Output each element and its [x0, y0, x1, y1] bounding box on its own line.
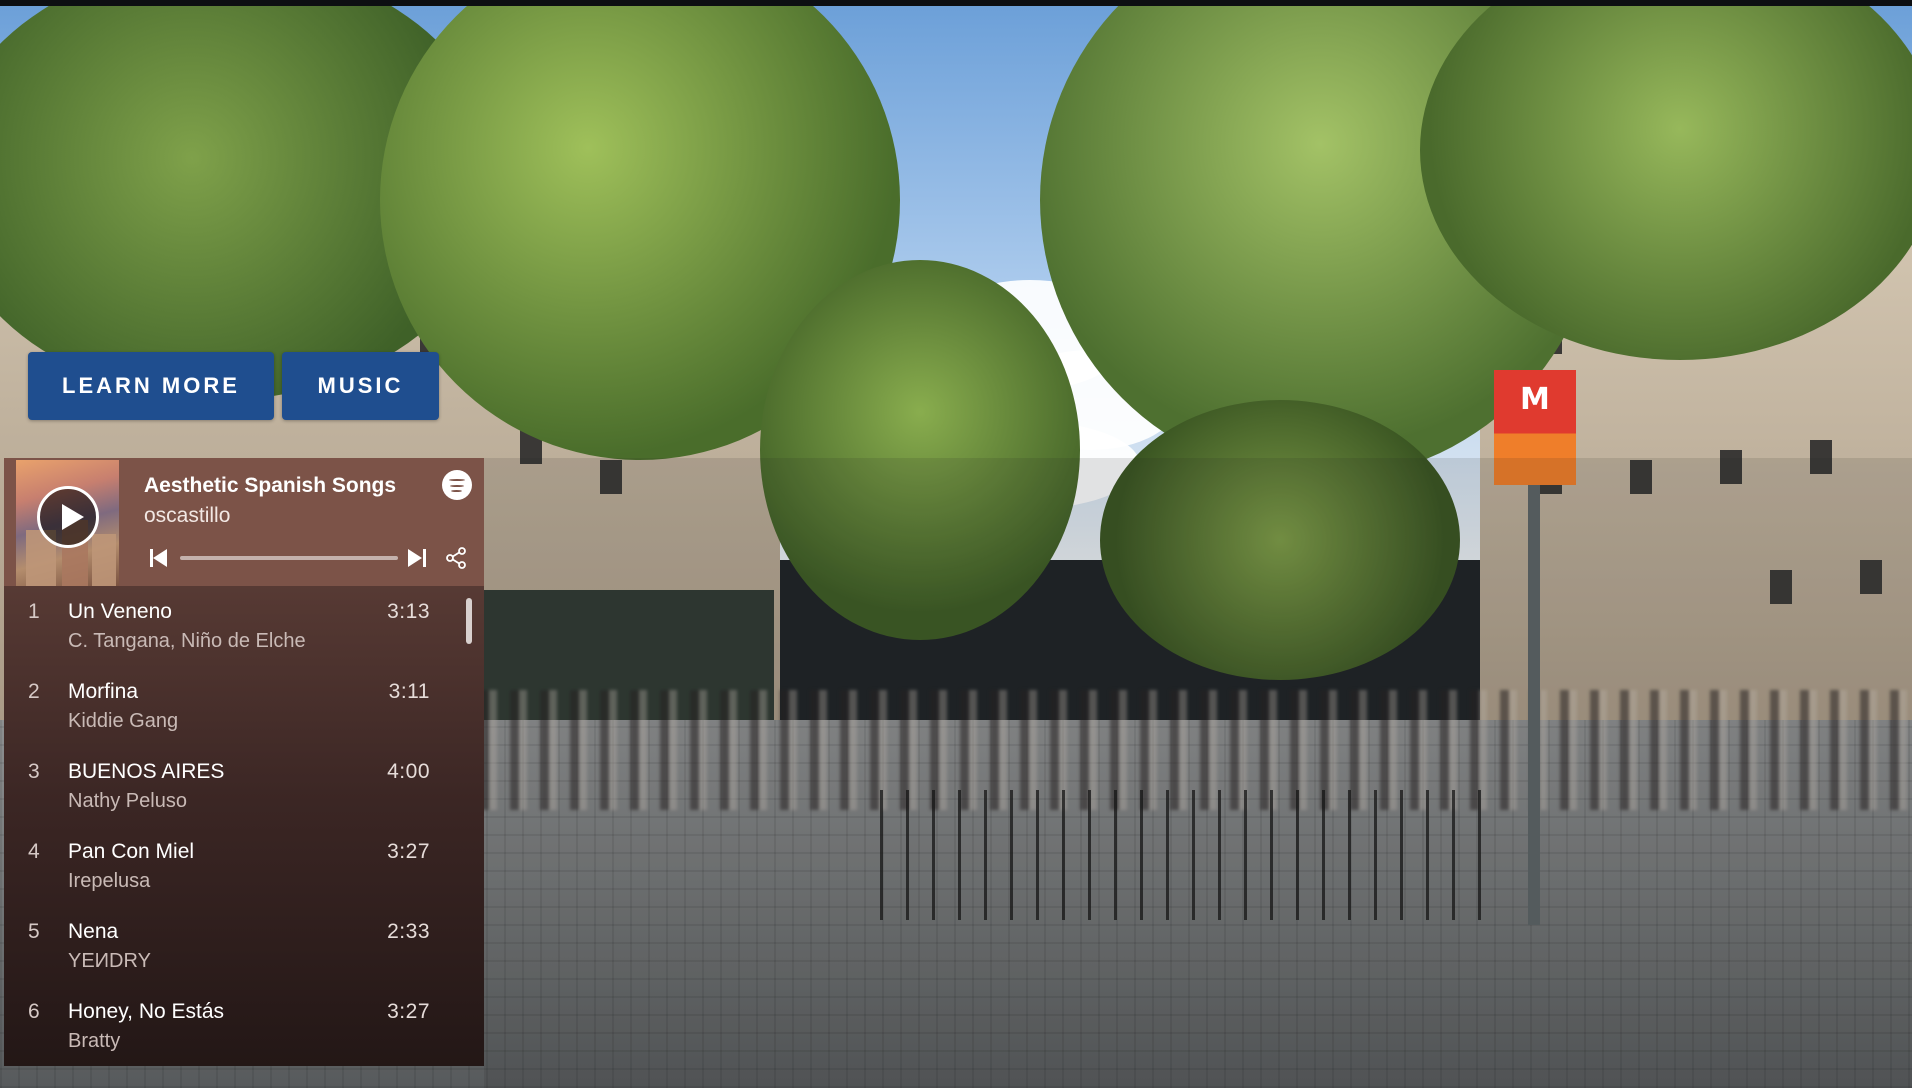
overlay-band — [484, 458, 1912, 1088]
track-title: Pan Con Miel — [68, 840, 195, 863]
play-icon[interactable] — [37, 486, 99, 548]
learn-more-button[interactable]: LEARN MORE — [28, 352, 274, 420]
track-row[interactable]: 2 Morfina Kiddie Gang 3:11 — [4, 666, 474, 746]
track-artist: C. Tangana, Niño de Elche — [68, 630, 306, 652]
track-number: 1 — [28, 600, 40, 623]
track-duration: 3:27 — [387, 1000, 430, 1023]
track-artist: YEИDRY — [68, 950, 151, 972]
track-duration: 2:33 — [387, 920, 430, 943]
track-row[interactable]: 3 BUENOS AIRES Nathy Peluso 4:00 — [4, 746, 474, 826]
previous-track-icon[interactable] — [150, 548, 170, 568]
metro-sign-letter: M — [1520, 382, 1550, 417]
track-artist: Bratty — [68, 1030, 121, 1052]
track-artist: Irepelusa — [68, 870, 151, 892]
track-title: BUENOS AIRES — [68, 760, 225, 783]
track-duration: 4:00 — [387, 760, 430, 783]
track-row[interactable]: 4 Pan Con Miel Irepelusa 3:27 — [4, 826, 474, 906]
track-number: 3 — [28, 760, 40, 783]
share-icon[interactable] — [444, 546, 468, 570]
track-list-scrollbar[interactable] — [466, 598, 472, 644]
track-number: 2 — [28, 680, 40, 703]
track-title: Morfina — [68, 680, 139, 703]
playlist-owner: oscastillo — [144, 504, 231, 527]
track-duration: 3:11 — [388, 680, 430, 703]
track-row[interactable]: 1 Un Veneno C. Tangana, Niño de Elche 3:… — [4, 586, 474, 666]
track-row[interactable]: 5 Nena YEИDRY 2:33 — [4, 906, 474, 986]
track-duration: 3:13 — [387, 600, 430, 623]
player-header: Aesthetic Spanish Songs oscastillo — [4, 458, 484, 586]
playlist-title: Aesthetic Spanish Songs — [144, 474, 397, 497]
top-border — [0, 0, 1912, 6]
track-artist: Nathy Peluso — [68, 790, 187, 812]
progress-bar[interactable] — [180, 556, 398, 560]
track-title: Nena — [68, 920, 119, 943]
next-track-icon[interactable] — [408, 548, 428, 568]
track-row[interactable]: 6 Honey, No Estás Bratty 3:27 — [4, 986, 474, 1066]
track-list: 1 Un Veneno C. Tangana, Niño de Elche 3:… — [4, 586, 484, 1066]
track-number: 6 — [28, 1000, 40, 1023]
track-number: 4 — [28, 840, 40, 863]
spotify-icon[interactable] — [442, 470, 472, 500]
spotify-playlist-widget: Aesthetic Spanish Songs oscastillo 1 Un … — [4, 458, 484, 1066]
track-duration: 3:27 — [387, 840, 430, 863]
music-button[interactable]: MUSIC — [282, 352, 439, 420]
track-number: 5 — [28, 920, 40, 943]
track-title: Honey, No Estás — [68, 1000, 225, 1023]
track-artist: Kiddie Gang — [68, 710, 179, 732]
track-title: Un Veneno — [68, 600, 172, 623]
